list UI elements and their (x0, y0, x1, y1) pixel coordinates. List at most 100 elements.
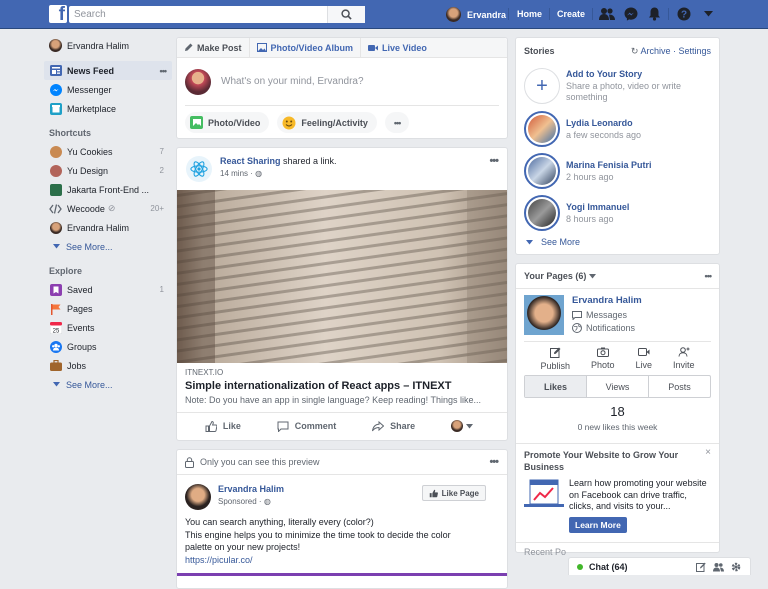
avatar (446, 7, 461, 22)
post-timestamp[interactable]: 14 mins · (220, 169, 255, 178)
link-preview-text[interactable]: ITNEXT.IO Simple internationalization of… (177, 363, 507, 413)
search-button[interactable] (327, 6, 365, 23)
composer-placeholder[interactable]: What's on your mind, Ervandra? (221, 76, 364, 87)
friend-requests-icon[interactable] (599, 7, 615, 21)
promo-body: Learn how promoting your website on Face… (524, 478, 711, 513)
notifications-bell-icon[interactable] (648, 7, 661, 21)
post-author-link[interactable]: Ervandra Halim (218, 484, 284, 494)
tab-views[interactable]: Views (587, 376, 649, 397)
composer-input-area[interactable]: What's on your mind, Ervandra? (185, 58, 499, 106)
sidebar-profile-name: Ervandra Halim (67, 40, 130, 51)
like-button[interactable]: Like (205, 420, 241, 432)
tab-live-video[interactable]: Live Video (361, 38, 434, 58)
shortcut-item[interactable]: Wecoode ⊘ 20+ (44, 199, 172, 218)
avatar[interactable] (185, 484, 211, 510)
pages-title[interactable]: Your Pages (6) (524, 271, 586, 281)
news-feed-more-icon[interactable]: ••• (160, 66, 168, 76)
promo-close-icon[interactable]: × (705, 447, 711, 458)
tab-posts[interactable]: Posts (649, 376, 710, 397)
sidebar-item-saved[interactable]: Saved 1 (44, 280, 172, 299)
saved-bookmark-icon (49, 283, 62, 296)
tab-make-post[interactable]: Make Post (177, 37, 250, 58)
shortcut-label: Jakarta Front-End ... (67, 184, 150, 195)
shortcut-label: Yu Cookies (67, 146, 113, 157)
story-item[interactable]: Marina Fenisia Putri 2 hours ago (516, 150, 719, 192)
photo-video-button[interactable]: Photo/Video (185, 112, 270, 133)
messenger-icon[interactable] (624, 7, 638, 21)
tab-likes[interactable]: Likes (525, 376, 587, 397)
action-label: Invite (672, 360, 695, 370)
page-profile-photo[interactable] (524, 295, 564, 335)
camera-icon (596, 347, 609, 357)
stories-archive-settings-links[interactable]: ↻ Archive · Settings (631, 46, 711, 57)
publish-button[interactable]: Publish (540, 347, 570, 371)
account-menu-chevron-down-icon[interactable] (704, 11, 713, 17)
search-input[interactable] (69, 6, 329, 23)
help-icon[interactable]: ? (677, 7, 691, 21)
page-name-link[interactable]: Ervandra Halim (572, 295, 642, 306)
page-avatar[interactable] (186, 156, 212, 182)
pages-options-icon[interactable]: ••• (705, 271, 713, 281)
story-item[interactable]: Lydia Leonardo a few seconds ago (516, 108, 719, 150)
chevron-down-icon[interactable] (589, 273, 597, 279)
sidebar-item-news-feed[interactable]: News Feed ••• (44, 61, 172, 80)
edit-icon (549, 347, 561, 358)
shortcut-item[interactable]: Yu Design 2 (44, 161, 172, 180)
code-icon (49, 203, 62, 214)
sidebar-item-label: Pages (67, 303, 93, 314)
promote-website-illustration (524, 479, 564, 507)
sidebar-item-jobs[interactable]: Jobs (44, 356, 172, 375)
contacts-icon[interactable] (713, 562, 724, 572)
sidebar-item-groups[interactable]: Groups (44, 337, 172, 356)
link-preview-image[interactable] (177, 190, 507, 363)
svg-text:?: ? (681, 10, 687, 21)
live-button[interactable]: Live (635, 347, 652, 370)
divider (668, 8, 669, 20)
invite-button[interactable]: Invite (672, 347, 695, 370)
shortcuts-see-more-link[interactable]: See More... (44, 237, 172, 256)
story-item[interactable]: Yogi Immanuel 8 hours ago (516, 192, 719, 234)
add-to-story[interactable]: + Add to Your Story Share a photo, video… (516, 64, 719, 108)
chat-bar[interactable]: Chat (64) (568, 557, 751, 575)
compose-icon[interactable] (696, 562, 706, 572)
sidebar-item-label: Marketplace (67, 103, 117, 114)
like-page-button[interactable]: Like Page (421, 485, 486, 501)
gear-icon[interactable] (731, 562, 741, 572)
learn-more-button[interactable]: Learn More (569, 516, 627, 533)
sidebar-item-pages[interactable]: Pages (44, 299, 172, 318)
post-link[interactable]: https://picular.co/ (185, 555, 253, 565)
post-options-icon[interactable]: ••• (489, 155, 499, 167)
create-link[interactable]: Create (557, 9, 585, 19)
divider (592, 8, 593, 20)
shortcut-item[interactable]: Jakarta Front-End ... (44, 180, 172, 199)
sidebar-item-marketplace[interactable]: Marketplace (44, 99, 172, 118)
post-options-icon[interactable]: ••• (489, 456, 499, 468)
facebook-logo-icon[interactable]: f (49, 5, 67, 23)
comment-button[interactable]: Comment (277, 421, 336, 432)
sidebar-item-label: Events (67, 322, 95, 333)
post-author-link[interactable]: React Sharing (220, 156, 281, 166)
share-button[interactable]: Share (372, 420, 415, 432)
home-link[interactable]: Home (517, 9, 542, 19)
sidebar-profile[interactable]: Ervandra Halim (44, 36, 172, 55)
feeling-activity-button[interactable]: Feeling/Activity (277, 112, 377, 133)
more-options-button[interactable]: ••• (384, 112, 410, 133)
photo-button[interactable]: Photo (591, 347, 615, 370)
page-messages-link[interactable]: Messages (572, 310, 642, 320)
tab-photo-video-album[interactable]: Photo/Video Album (250, 37, 362, 58)
stories-see-more-link[interactable]: See More (516, 234, 719, 250)
shortcut-item[interactable]: Yu Cookies 7 (44, 142, 172, 161)
profile-link[interactable]: Ervandra (446, 7, 506, 22)
page-notifications-link[interactable]: Notifications (572, 323, 642, 333)
tab-label: Live Video (382, 42, 427, 53)
shortcut-item[interactable]: Ervandra Halim (44, 218, 172, 237)
explore-see-more-link[interactable]: See More... (44, 375, 172, 394)
composer-actions: Photo/Video Feeling/Activity ••• (177, 106, 507, 139)
reaction-audience-selector[interactable] (451, 420, 479, 432)
sidebar-item-events[interactable]: 25 Events (44, 318, 172, 337)
like-label: Like (222, 421, 241, 431)
chat-label: Chat (64) (589, 561, 628, 572)
group-avatar (49, 183, 62, 196)
pill-label: Photo/Video (208, 117, 261, 128)
sidebar-item-messenger[interactable]: Messenger (44, 80, 172, 99)
